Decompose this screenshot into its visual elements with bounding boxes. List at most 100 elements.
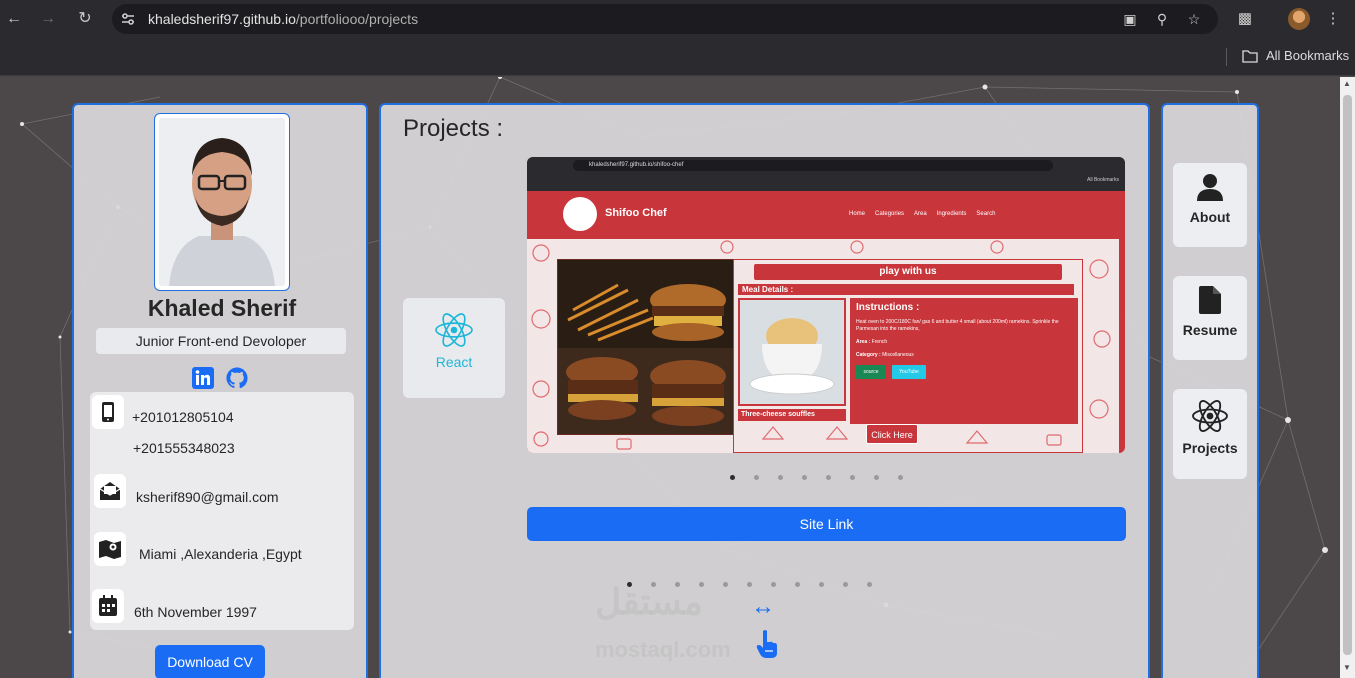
carousel-dot[interactable] bbox=[850, 475, 855, 480]
all-bookmarks-button[interactable]: All Bookmarks bbox=[1242, 48, 1349, 63]
install-app-icon[interactable]: ▣ bbox=[1122, 11, 1138, 27]
preview-category: Category : Miscellaneous bbox=[856, 352, 1072, 359]
swipe-hand-icon bbox=[756, 630, 777, 658]
preview-menu-area: Area bbox=[914, 211, 927, 217]
address-bar[interactable]: khaledsherif97.github.io/portfoliooo/pro… bbox=[112, 4, 1218, 34]
carousel-dot[interactable] bbox=[874, 475, 879, 480]
page-title: Projects : bbox=[403, 115, 504, 142]
preview-browser-bar: khaledsherif97.github.io/shifoo-chef All… bbox=[527, 157, 1125, 191]
profile-name: Khaled Sherif bbox=[147, 295, 297, 321]
carousel-dot[interactable] bbox=[795, 582, 800, 587]
carousel-dot[interactable] bbox=[747, 582, 752, 587]
person-photo-illustration bbox=[159, 118, 285, 286]
birth-date: 6th November 1997 bbox=[134, 604, 257, 620]
preview-area-value: French bbox=[871, 339, 888, 345]
scroll-up-icon[interactable]: ▲ bbox=[1343, 79, 1351, 88]
site-link-button[interactable]: Site Link bbox=[527, 507, 1126, 541]
menu-kebab-icon[interactable]: ⋮ bbox=[1323, 9, 1343, 29]
preview-play-banner: play with us bbox=[754, 264, 1062, 280]
phone-number-2: +201555348023 bbox=[133, 440, 235, 456]
carousel-dot[interactable] bbox=[867, 582, 872, 587]
carousel-dot[interactable] bbox=[778, 475, 783, 480]
scrollbar-thumb[interactable] bbox=[1343, 95, 1352, 655]
preview-area-label: Area : bbox=[856, 339, 871, 345]
preview-url: khaledsherif97.github.io/shifoo-chef bbox=[573, 160, 1053, 171]
swipe-arrows-icon: ↔ bbox=[751, 593, 775, 620]
preview-bookmarks: All Bookmarks bbox=[1087, 177, 1119, 183]
folder-icon bbox=[1242, 49, 1258, 63]
nav-about[interactable]: About bbox=[1173, 163, 1247, 247]
address-text: Miami ,Alexanderia ,Egypt bbox=[139, 546, 302, 562]
nav-resume[interactable]: Resume bbox=[1173, 276, 1247, 360]
carousel-dot[interactable] bbox=[723, 582, 728, 587]
contact-info: +201012805104 +201555348023 ksherif890@g… bbox=[90, 392, 354, 630]
profile-card: Khaled Sherif Junior Front-end Devoloper… bbox=[72, 103, 368, 678]
preview-menu-ingredients: Ingredients bbox=[936, 211, 967, 217]
react-icon bbox=[1192, 399, 1228, 433]
carousel-dot[interactable] bbox=[754, 475, 759, 480]
carousel-dot[interactable] bbox=[898, 475, 903, 480]
side-nav-card: About Resume Projects bbox=[1161, 103, 1259, 678]
site-settings-icon[interactable] bbox=[120, 11, 136, 27]
profile-photo bbox=[154, 113, 290, 291]
nav-projects-label: Projects bbox=[1182, 440, 1238, 456]
page-scrollbar[interactable]: ▲ ▼ bbox=[1340, 77, 1355, 678]
preview-area: Area : French bbox=[856, 339, 1072, 346]
avatar bbox=[159, 118, 285, 286]
preview-instructions: Instructions : Heat oven to 200C/180C fa… bbox=[850, 298, 1078, 424]
bookmark-star-icon[interactable]: ☆ bbox=[1186, 11, 1202, 27]
reload-icon[interactable]: ↻ bbox=[75, 9, 95, 29]
back-icon[interactable]: ← bbox=[4, 9, 24, 29]
preview-instructions-title: Instructions : bbox=[856, 302, 920, 313]
extensions-icon[interactable]: ▩ bbox=[1235, 9, 1255, 29]
carousel-dot[interactable] bbox=[730, 475, 735, 480]
carousel-dot[interactable] bbox=[771, 582, 776, 587]
projects-card: Projects : React khaledsherif97.github.i… bbox=[379, 103, 1150, 678]
github-icon[interactable] bbox=[226, 367, 248, 389]
preview-buttons: source YouTube bbox=[856, 365, 1072, 379]
phone-icon bbox=[92, 395, 124, 429]
nav-projects[interactable]: Projects bbox=[1173, 389, 1247, 479]
bookmarks-bar: All Bookmarks bbox=[0, 38, 1355, 76]
nav-about-label: About bbox=[1189, 209, 1231, 225]
linkedin-icon[interactable] bbox=[192, 367, 214, 389]
zoom-icon[interactable]: ⚲ bbox=[1154, 11, 1170, 27]
carousel-dot[interactable] bbox=[826, 475, 831, 480]
watermark-arabic: مستقل bbox=[595, 581, 703, 622]
preview-menu-search: Search bbox=[976, 211, 996, 217]
preview-body: play with us Meal Details : Three-cheese… bbox=[527, 239, 1119, 453]
preview-instructions-text: Heat oven to 200C/180C fan/ gas 6 and bu… bbox=[856, 319, 1059, 332]
profile-role: Junior Front-end Devoloper bbox=[96, 328, 346, 354]
tech-card-react[interactable]: React bbox=[403, 298, 505, 398]
tech-label: React bbox=[435, 354, 473, 370]
url-host: khaledsherif97.github.io bbox=[148, 11, 296, 27]
preview-logo bbox=[563, 197, 597, 231]
preview-source-button: source bbox=[856, 365, 886, 379]
profile-avatar[interactable] bbox=[1288, 8, 1310, 30]
preview-meal-name: Three-cheese souffles bbox=[738, 409, 846, 421]
project-screenshot[interactable]: khaledsherif97.github.io/shifoo-chef All… bbox=[527, 157, 1125, 453]
carousel-dot[interactable] bbox=[802, 475, 807, 480]
preview-youtube-button: YouTube bbox=[892, 365, 926, 379]
preview-menu-categories: Categories bbox=[875, 211, 905, 217]
email-address[interactable]: ksherif890@gmail.com bbox=[136, 489, 279, 505]
preview-category-label: Category : bbox=[856, 352, 881, 358]
carousel-dot[interactable] bbox=[843, 582, 848, 587]
preview-menu: Home Categories Area Ingredients Search bbox=[849, 211, 995, 217]
burger-fries-image bbox=[557, 259, 734, 435]
preview-brand: Shifoo Chef bbox=[605, 207, 667, 219]
phone-number-1: +201012805104 bbox=[132, 409, 234, 425]
carousel-dot[interactable] bbox=[819, 582, 824, 587]
download-cv-button[interactable]: Download CV bbox=[155, 645, 265, 678]
bookmarks-separator bbox=[1226, 48, 1227, 66]
watermark-latin: mostaql.com bbox=[595, 637, 731, 662]
preview-meal-details: Meal Details : bbox=[738, 284, 1074, 295]
screenshot-carousel-dots bbox=[730, 475, 903, 480]
scroll-down-icon[interactable]: ▼ bbox=[1343, 663, 1351, 672]
browser-toolbar: ← → ↻ khaledsherif97.github.io/portfolio… bbox=[0, 0, 1355, 38]
forward-icon[interactable]: → bbox=[38, 9, 58, 29]
all-bookmarks-label: All Bookmarks bbox=[1266, 48, 1350, 63]
preview-click-here-button: Click Here bbox=[866, 424, 918, 444]
url-path: /portfoliooo/projects bbox=[295, 11, 419, 27]
react-icon bbox=[435, 313, 473, 347]
